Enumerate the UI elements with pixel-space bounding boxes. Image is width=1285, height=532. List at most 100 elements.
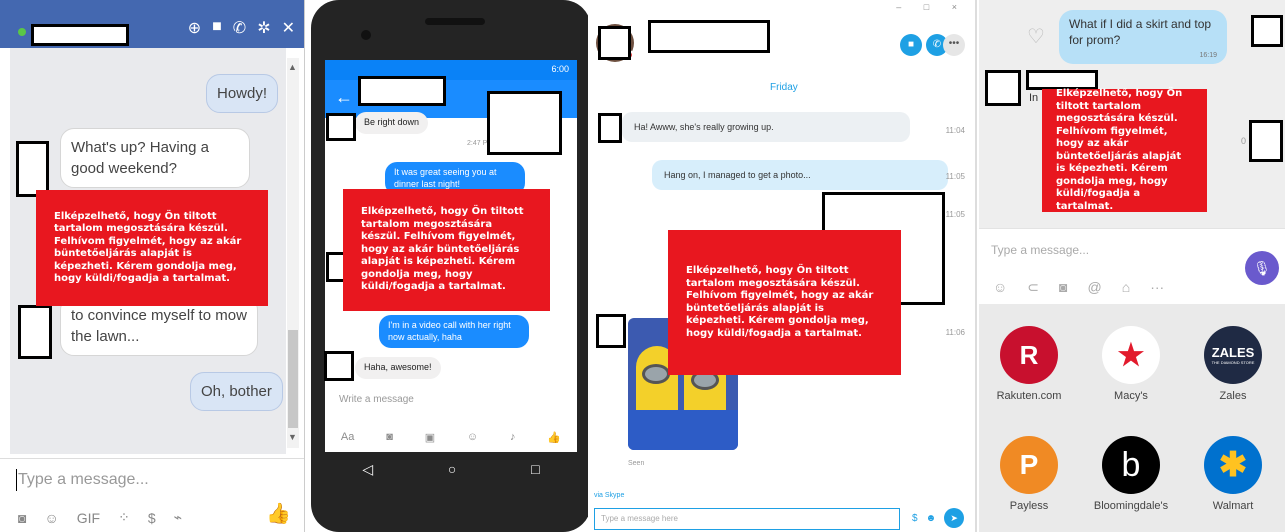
message-input[interactable]: Type a message here: [601, 514, 678, 523]
message-input[interactable]: Type a message...: [18, 471, 149, 489]
mic-button[interactable]: 🎙: [1245, 251, 1279, 285]
macys-star-icon: ★: [1102, 326, 1160, 384]
redaction-box: [16, 141, 49, 197]
video-call-button[interactable]: ■: [900, 34, 922, 56]
store-payless[interactable]: P Payless: [979, 436, 1079, 512]
front-camera: [361, 30, 371, 40]
message-text: What if I did a skirt and top for prom?: [1069, 17, 1212, 48]
redaction-box: [598, 26, 631, 60]
status-time: 6:00: [551, 64, 569, 74]
emoji-icon[interactable]: ☻: [926, 513, 937, 524]
seen-indicator: Seen: [628, 460, 645, 467]
android-nav-bar: ◁ ○ □: [325, 456, 577, 482]
message-bubble: Be right down: [355, 112, 429, 134]
redaction-box: [1026, 70, 1098, 90]
redaction-box: [598, 113, 622, 143]
more-icon[interactable]: ···: [1150, 279, 1164, 296]
composer-tools: $ ☻ ➤: [912, 508, 965, 528]
like-icon[interactable]: 👍: [266, 501, 291, 526]
attachment-icon[interactable]: ⌁: [174, 509, 182, 526]
store-rakuten[interactable]: R Rakuten.com: [979, 326, 1079, 402]
video-icon[interactable]: ■: [212, 18, 222, 38]
back-arrow-icon[interactable]: ←: [335, 87, 353, 107]
redaction-box: [18, 305, 52, 359]
scroll-down-icon[interactable]: ▼: [288, 432, 297, 442]
composer-tools: Aa ◙ ▣ ☺ ♪ 👍: [325, 422, 577, 452]
composer: Type a message... 🎙 ☺ ⊂ ◙ @ ⌂ ···: [979, 228, 1285, 304]
message-bubble: I'm in a video call with her right now a…: [379, 315, 529, 349]
camera-icon[interactable]: ◙: [18, 510, 26, 526]
store-walmart[interactable]: ✱ Walmart: [1183, 436, 1283, 512]
composer-tools: ◙ ☺ GIF ⁘ $ ⌁: [18, 509, 182, 526]
content-warning-banner: Elképzelhető, hogy Ön tiltott tartalom m…: [343, 189, 550, 311]
message-time: 11:05: [945, 172, 965, 181]
emoji-icon[interactable]: ☺: [44, 510, 58, 526]
message-bubble: What's up? Having a good weekend?: [60, 128, 250, 188]
store-label: Rakuten.com: [996, 390, 1062, 402]
text-format-button[interactable]: Aa: [341, 431, 354, 443]
chat-app-window: ♡ What if I did a skirt and top for prom…: [979, 0, 1285, 532]
message-time: 11:04: [945, 126, 965, 135]
store-macys[interactable]: ★ Macy's: [1081, 326, 1181, 402]
header-icon-group: ⊕ ■ ✆ ✲ ✕: [188, 18, 295, 38]
zales-logo-icon: ZALES THE DIAMOND STORE: [1204, 326, 1262, 384]
sticker-icon[interactable]: ⁘: [118, 509, 130, 526]
scrollbar[interactable]: ▲ ▼: [287, 58, 299, 448]
window-controls[interactable]: – □ ×: [896, 2, 967, 12]
mic-icon[interactable]: ♪: [510, 431, 516, 443]
message-bubble: What if I did a skirt and top for prom? …: [1059, 10, 1227, 64]
payless-logo-icon: P: [1000, 436, 1058, 494]
add-person-icon[interactable]: ⊕: [188, 18, 201, 38]
emoji-icon[interactable]: ☺: [467, 431, 478, 443]
attach-icon[interactable]: $: [912, 513, 918, 524]
send-button[interactable]: ➤: [944, 508, 965, 528]
image-detail: [642, 364, 670, 384]
partial-message: In: [1029, 92, 1039, 104]
store-bloomingdales[interactable]: b Bloomingdale's: [1081, 436, 1181, 512]
message-input[interactable]: Write a message: [339, 394, 414, 405]
day-separator: Friday: [770, 82, 798, 93]
shopping-bag-icon[interactable]: ⌂: [1122, 279, 1130, 296]
rakuten-logo-icon: R: [1000, 326, 1058, 384]
more-button[interactable]: •••: [943, 34, 965, 56]
message-bubble: Haha, awesome!: [355, 357, 441, 379]
heart-icon[interactable]: ♡: [1027, 24, 1045, 49]
store-grid: R Rakuten.com ★ Macy's ZALES THE DIAMOND…: [979, 304, 1285, 532]
phone-icon[interactable]: ✆: [233, 18, 246, 38]
back-nav-icon[interactable]: ◁: [362, 461, 373, 478]
store-label: Payless: [1009, 500, 1049, 512]
walmart-spark-icon: ✱: [1204, 436, 1262, 494]
scrollbar-thumb[interactable]: [288, 330, 298, 428]
store-label: Bloomingdale's: [1093, 500, 1169, 512]
bloomingdales-logo-icon: b: [1102, 436, 1160, 494]
camera-icon[interactable]: ◙: [1059, 279, 1067, 296]
like-icon[interactable]: 👍: [547, 431, 561, 444]
redaction-box: [326, 113, 356, 141]
mention-icon[interactable]: @: [1088, 279, 1102, 296]
camera-icon[interactable]: ◙: [386, 431, 393, 443]
redaction-box: [31, 24, 129, 46]
store-zales[interactable]: ZALES THE DIAMOND STORE Zales: [1183, 326, 1283, 402]
gallery-icon[interactable]: ▣: [425, 431, 435, 444]
gif-icon[interactable]: ⊂: [1027, 279, 1039, 296]
gif-button[interactable]: GIF: [77, 510, 100, 526]
message-bubble: Oh, bother: [190, 372, 283, 411]
zales-logo-text: ZALES: [1211, 345, 1255, 360]
message-input[interactable]: Type a message...: [991, 243, 1089, 257]
home-nav-icon[interactable]: ○: [448, 461, 456, 477]
message-input-area: Type a message... ◙ ☺ GIF ⁘ $ ⌁ 👍: [0, 458, 304, 532]
sticker-icon[interactable]: ☺: [993, 279, 1007, 296]
redaction-box: [1249, 120, 1283, 162]
redaction-box: [985, 70, 1021, 106]
content-warning-banner: Elképzelhető, hogy Ön tiltott tartalom m…: [1042, 88, 1207, 212]
scroll-up-icon[interactable]: ▲: [288, 62, 297, 72]
speaker-grille: [425, 18, 485, 25]
payment-icon[interactable]: $: [148, 510, 156, 526]
message-input-box[interactable]: Type a message here: [594, 508, 900, 530]
close-icon[interactable]: ✕: [282, 18, 295, 38]
via-selector[interactable]: via Skype: [594, 492, 624, 499]
recents-nav-icon[interactable]: □: [531, 461, 539, 477]
partial-message-time: 0: [1241, 136, 1247, 146]
gear-icon[interactable]: ✲: [257, 18, 270, 38]
text-caret: [16, 469, 17, 491]
